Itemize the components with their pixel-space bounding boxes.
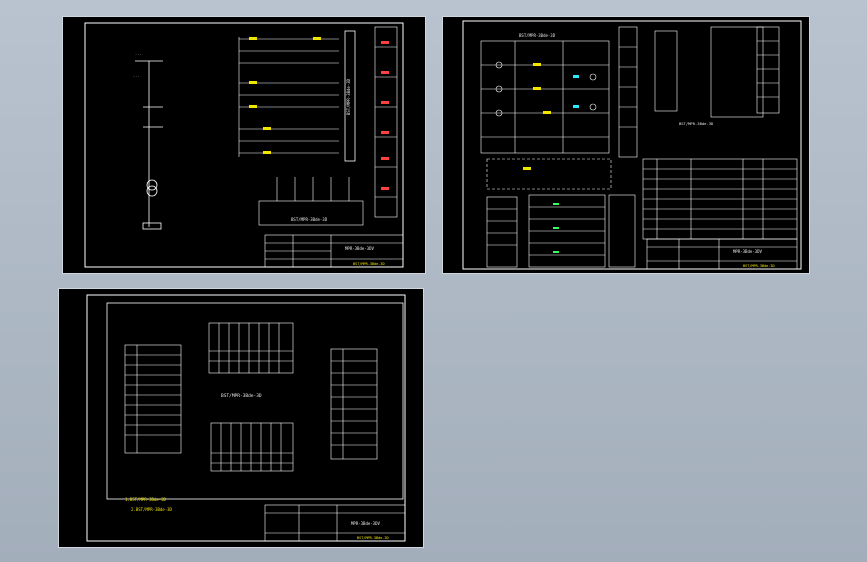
svg-text:...: ... — [135, 52, 141, 56]
drawing-sheet-3[interactable]: BST/MPR-3Bde-3D 1.BST/MPR-3Bde-3D 2.BST/… — [58, 288, 424, 548]
title-block-label: MPR-3Bde-3DV — [345, 246, 374, 251]
panel-device-label: BST/MPR-3Bde-3D — [221, 393, 262, 399]
left-terminal-table — [124, 344, 182, 454]
svg-text:BST/MPR-3Bde-3D: BST/MPR-3Bde-3D — [679, 121, 714, 126]
sheet-1-drawing: ...... BST/MPR-3Bde-3D BST/MPR-3Bde-3D M… — [84, 22, 404, 268]
drawing-sheet-2[interactable]: BST/MPR-3Bde-3D BST/MPR-3Bde-3D MPR-3Bde… — [442, 16, 810, 274]
svg-text:MPR-3Bde-3DV: MPR-3Bde-3DV — [733, 249, 762, 254]
bottom-terminal-table — [210, 422, 294, 472]
note-1: 1.BST/MPR-3Bde-3D — [125, 497, 167, 502]
wiring-lines — [238, 37, 339, 157]
sheet-3-outer-frame — [86, 294, 406, 542]
lower-tables — [486, 194, 636, 268]
top-terminal-table — [208, 322, 294, 374]
svg-text:...: ... — [133, 74, 139, 78]
drawing-sheet-1[interactable]: ...... BST/MPR-3Bde-3D BST/MPR-3Bde-3D M… — [62, 16, 426, 274]
panel-layout-frame — [106, 302, 404, 500]
sheet-2-drawing: BST/MPR-3Bde-3D BST/MPR-3Bde-3D MPR-3Bde… — [462, 20, 802, 270]
svg-text:MPR-3Bde-3DV: MPR-3Bde-3DV — [351, 521, 380, 526]
svg-text:BST/MPR-3Bde-3D: BST/MPR-3Bde-3D — [291, 217, 328, 222]
terminal-tables — [618, 26, 780, 158]
stamp-label: BST/MPR-3Bde-3D — [353, 262, 385, 266]
sheet-2-frame — [462, 20, 802, 270]
svg-text:BST/MPR-3Bde-3D: BST/MPR-3Bde-3D — [519, 33, 556, 38]
device-label: BST/MPR-3Bde-3D — [346, 78, 351, 115]
parts-list — [642, 158, 798, 240]
svg-text:BST/MPR-3Bde-3D: BST/MPR-3Bde-3D — [357, 536, 389, 540]
sheet-3-drawing: BST/MPR-3Bde-3D 1.BST/MPR-3Bde-3D 2.BST/… — [86, 294, 406, 542]
control-schematic — [480, 40, 612, 190]
svg-text:BST/MPR-3Bde-3D: BST/MPR-3Bde-3D — [743, 264, 775, 268]
right-terminal-table — [330, 348, 378, 460]
note-2: 2.BST/MPR-3Bde-3D — [131, 507, 173, 512]
single-line-diagram — [135, 60, 163, 230]
